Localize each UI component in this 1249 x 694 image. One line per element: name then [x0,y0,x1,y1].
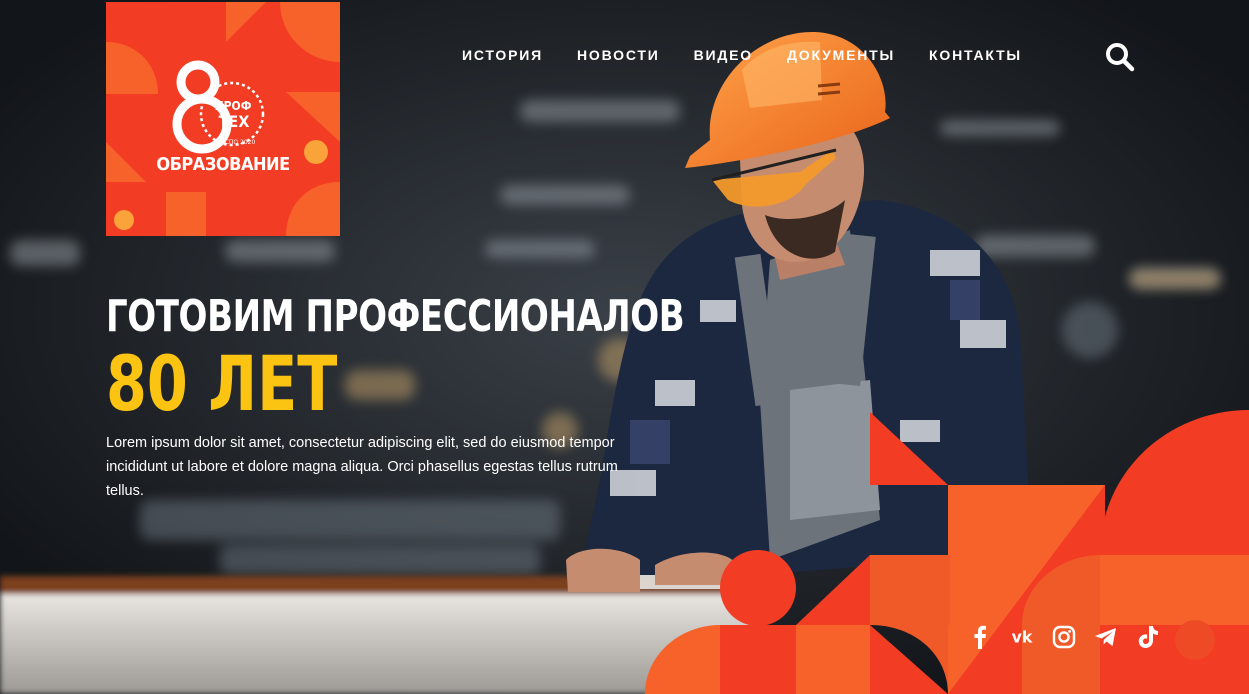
nav-item-news[interactable]: НОВОСТИ [577,47,660,63]
logo-emblem: ПРОФ ТЕХ СПО 2020 [172,60,265,154]
social-links: vk [968,624,1160,650]
logo-badge-ring: СПО 2020 [225,139,256,146]
search-button[interactable] [1104,41,1136,73]
tiktok-link[interactable] [1136,624,1160,650]
site-logo[interactable]: ПРОФ ТЕХ СПО 2020 ОБРАЗОВАНИЕ [106,2,340,236]
nav-item-contacts[interactable]: КОНТАКТЫ [929,47,1022,63]
hero-section: ПРОФ ТЕХ СПО 2020 ОБРАЗОВАНИЕ ИСТОРИЯ НО… [0,0,1249,694]
logo-badge-line1: ПРОФ [215,99,252,113]
svg-text:vk: vk [1012,628,1033,646]
logo-caption: ОБРАЗОВАНИЕ [156,154,290,175]
nav-item-documents[interactable]: ДОКУМЕНТЫ [787,47,895,63]
facebook-link[interactable] [968,624,992,650]
instagram-link[interactable] [1052,624,1076,650]
facebook-icon [974,625,986,649]
instagram-icon [1052,625,1076,649]
hero-headline: ГОТОВИМ ПРОФЕССИОНАЛОВ [106,291,685,342]
nav-item-video[interactable]: ВИДЕО [694,47,753,63]
vk-icon: vk [1012,628,1033,646]
vk-link[interactable]: vk [1010,624,1034,650]
tiktok-icon [1138,626,1158,648]
main-navigation: ИСТОРИЯ НОВОСТИ ВИДЕО ДОКУМЕНТЫ КОНТАКТЫ [462,47,1022,63]
hero-lead-text: Lorem ipsum dolor sit amet, consectetur … [106,435,618,499]
nav-item-history[interactable]: ИСТОРИЯ [462,47,543,63]
telegram-icon [1095,628,1116,646]
logo-badge-line2: ТЕХ [219,112,250,131]
search-icon [1106,43,1135,72]
telegram-link[interactable] [1094,624,1118,650]
hero-accent-title: 80 ЛЕТ [106,339,338,428]
